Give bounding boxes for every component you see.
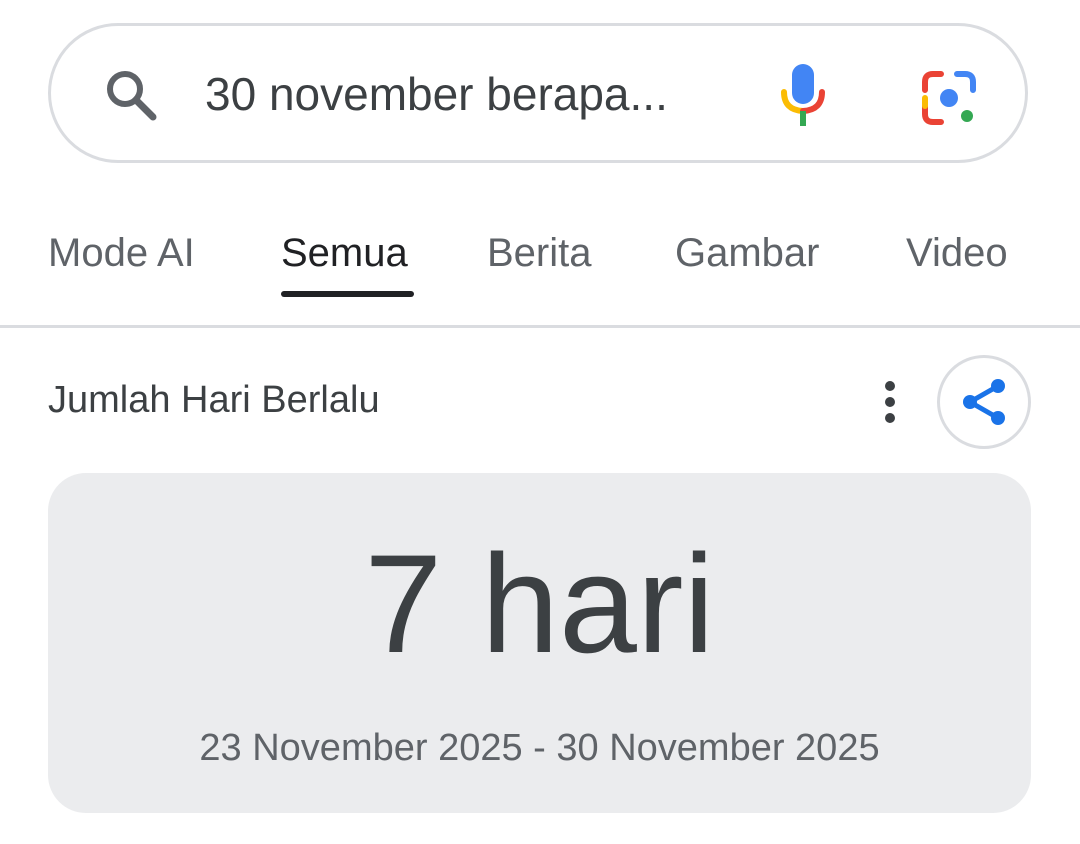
more-vert-icon[interactable] bbox=[870, 378, 910, 426]
tab-semua[interactable]: Semua bbox=[281, 226, 408, 280]
card-title: Jumlah Hari Berlalu bbox=[48, 379, 380, 421]
active-tab-indicator bbox=[281, 291, 414, 297]
search-tabs: Mode AI Semua Berita Gambar Video bbox=[0, 226, 1080, 306]
search-query-text[interactable]: 30 november berapa... bbox=[205, 66, 668, 122]
tab-gambar[interactable]: Gambar bbox=[675, 226, 820, 280]
search-results-page: 30 november berapa... Mode AI Semua Beri… bbox=[0, 0, 1080, 844]
share-icon bbox=[963, 379, 1005, 425]
tab-mode-ai[interactable]: Mode AI bbox=[48, 226, 195, 280]
tab-berita[interactable]: Berita bbox=[487, 226, 592, 280]
mic-icon[interactable] bbox=[777, 62, 829, 128]
result-days: 7 hari bbox=[364, 525, 715, 682]
search-icon[interactable] bbox=[103, 67, 159, 123]
google-lens-icon[interactable] bbox=[919, 68, 979, 128]
result-card: 7 hari 23 November 2025 - 30 November 20… bbox=[48, 473, 1031, 813]
search-bar[interactable]: 30 november berapa... bbox=[48, 23, 1028, 163]
tab-video[interactable]: Video bbox=[906, 226, 1008, 280]
tabs-divider bbox=[0, 325, 1080, 328]
date-range: 23 November 2025 - 30 November 2025 bbox=[199, 727, 880, 769]
share-button[interactable] bbox=[937, 355, 1031, 449]
